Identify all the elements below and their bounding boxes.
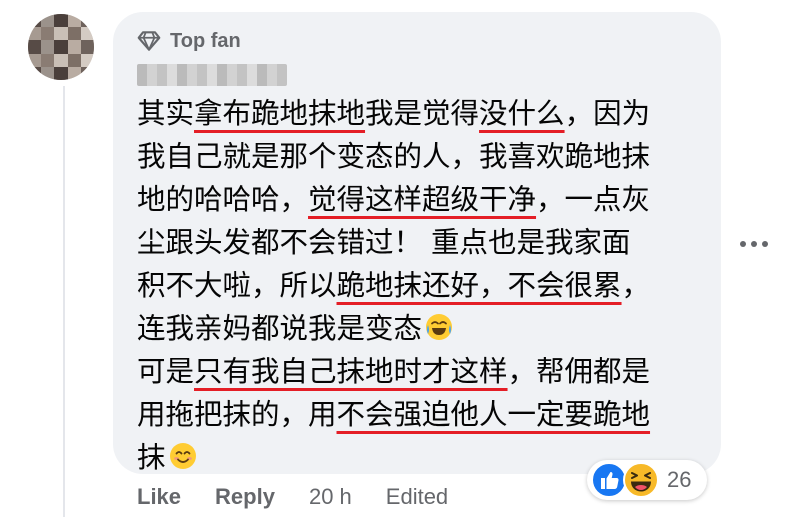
comment-text-segment: 可是 xyxy=(137,355,195,388)
comment-line: 抹 xyxy=(137,436,650,479)
comment-line: 尘跟头发都不会错过！ 重点也是我家面 xyxy=(137,221,650,264)
comment-text-segment: 积不大啦，所以 xyxy=(137,269,337,302)
comment-text-segment: 地的哈哈哈， xyxy=(137,183,309,216)
avatar-pixel xyxy=(28,14,42,28)
avatar-pixel xyxy=(41,66,55,80)
dot-icon xyxy=(762,241,768,247)
avatar-pixel xyxy=(80,27,94,41)
avatar-pixel xyxy=(67,53,81,67)
joy-emoji xyxy=(424,311,454,341)
comment-line: 积不大啦，所以跪地抹还好，不会很累， xyxy=(137,264,650,307)
comment-line: 地的哈哈哈，觉得这样超级干净，一点灰 xyxy=(137,178,650,221)
comment-text-segment: 其实 xyxy=(137,97,195,130)
badge-label: Top fan xyxy=(170,29,241,52)
comment-text-segment: 尘跟头发都不会错过！ 重点也是我家面 xyxy=(137,226,631,259)
comment-text-segment: ，帮佣都是 xyxy=(507,355,651,388)
comment-line: 可是只有我自己抹地时才这样，帮佣都是 xyxy=(137,350,650,393)
avatar-pixel xyxy=(54,66,68,80)
comment-line: 我自己就是那个变态的人，我喜欢跪地抹 xyxy=(137,135,650,178)
comment-text-segment: 用拖把抹的，用 xyxy=(137,398,337,431)
avatar[interactable] xyxy=(28,14,94,80)
reactions-summary[interactable]: 26 xyxy=(587,460,707,500)
avatar-pixel xyxy=(54,27,68,41)
avatar-pixel xyxy=(67,66,81,80)
more-options-button[interactable] xyxy=(730,228,778,260)
avatar-pixel xyxy=(41,14,55,28)
underlined-text: 拿布跪地抹地 xyxy=(194,97,366,130)
avatar-pixel xyxy=(67,27,81,41)
avatar-pixel xyxy=(80,14,94,28)
comment-text-segment: 我是觉得 xyxy=(365,97,480,130)
like-reaction-icon xyxy=(591,462,627,498)
avatar-pixel xyxy=(28,66,42,80)
avatar-pixel xyxy=(54,40,68,54)
timestamp[interactable]: 20 h xyxy=(309,484,352,510)
avatar-pixel xyxy=(41,53,55,67)
reaction-count: 26 xyxy=(667,467,692,492)
underlined-text: 觉得这样超级干净 xyxy=(308,183,537,216)
underlined-text: 没什么 xyxy=(479,97,565,130)
avatar-pixel xyxy=(54,53,68,67)
like-button[interactable]: Like xyxy=(137,484,181,510)
avatar-pixel xyxy=(80,53,94,67)
avatar-pixel xyxy=(28,53,42,67)
comment-text-segment: 我自己就是那个变态的人，我喜欢跪地抹 xyxy=(137,140,651,173)
underlined-text: 只有我自己抹地时才这样 xyxy=(194,355,508,388)
comment-actions: Like Reply 20 h Edited xyxy=(137,482,448,512)
comment-text-segment: ，因为 xyxy=(564,97,651,130)
top-fan-badge: Top fan xyxy=(136,26,241,56)
comment-text-segment: ， xyxy=(621,269,651,302)
avatar-pixel xyxy=(28,27,42,41)
haha-reaction-icon xyxy=(623,462,659,498)
avatar-pixel xyxy=(80,40,94,54)
avatar-pixel xyxy=(54,14,68,28)
thread-line xyxy=(63,86,65,517)
comment-text-segment: ，一点灰 xyxy=(536,183,651,216)
avatar-pixel xyxy=(67,40,81,54)
author-name-redacted[interactable] xyxy=(137,64,287,86)
smile-emoji xyxy=(168,440,198,470)
comment-line: 用拖把抹的，用不会强迫他人一定要跪地 xyxy=(137,393,650,436)
avatar-pixel xyxy=(80,66,94,80)
edited-label[interactable]: Edited xyxy=(386,484,448,510)
comment-text: 其实拿布跪地抹地我是觉得没什么，因为 我自己就是那个变态的人，我喜欢跪地抹 地的哈哈… xyxy=(137,92,650,479)
diamond-icon xyxy=(137,31,161,51)
dot-icon xyxy=(751,241,757,247)
avatar-pixel xyxy=(41,40,55,54)
comment-text-segment: 连我亲妈都说我是变态 xyxy=(137,312,423,345)
comment-line: 其实拿布跪地抹地我是觉得没什么，因为 xyxy=(137,92,650,135)
comment-text-segment: 抹 xyxy=(137,441,166,474)
reply-button[interactable]: Reply xyxy=(215,484,275,510)
underlined-text: 不会强迫他人一定要跪地 xyxy=(336,398,651,431)
comment-line: 连我亲妈都说我是变态 xyxy=(137,307,650,350)
avatar-pixel xyxy=(67,14,81,28)
avatar-pixel xyxy=(41,27,55,41)
dot-icon xyxy=(740,241,746,247)
underlined-text: 跪地抹还好，不会很累 xyxy=(336,269,622,302)
avatar-pixel xyxy=(28,40,42,54)
